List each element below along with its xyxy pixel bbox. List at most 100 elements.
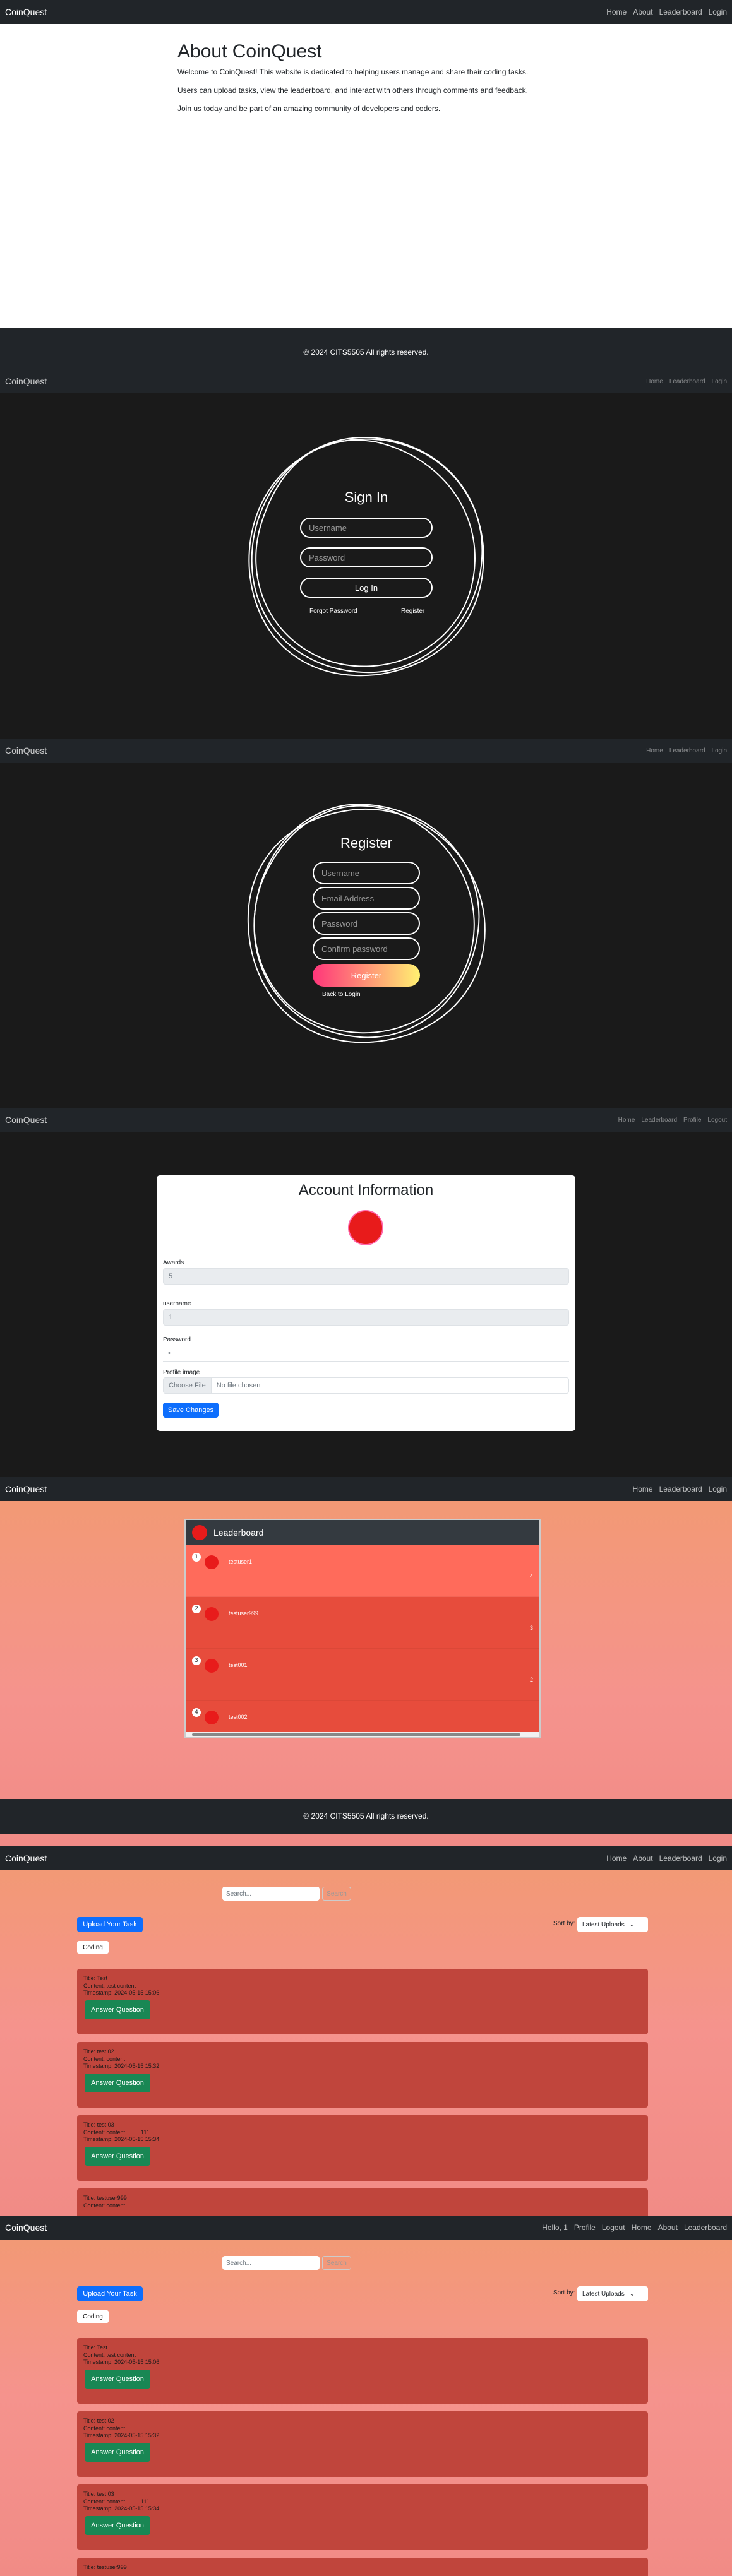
nav-home[interactable]: Home (632, 2223, 652, 2232)
nav-about[interactable]: About (633, 1854, 652, 1863)
search-button[interactable]: Search (322, 1887, 351, 1901)
username-input[interactable]: Username (300, 518, 433, 538)
password-field[interactable]: • (163, 1345, 569, 1362)
rank-badge: 3 (192, 1656, 201, 1665)
task-content: Content: content (83, 2425, 126, 2431)
leaderboard-section: CoinQuest Home Leaderboard Login Leaderb… (0, 1477, 732, 1846)
nav-home[interactable]: Home (633, 1485, 653, 1493)
nav-about[interactable]: About (633, 8, 652, 16)
nav-leaderboard[interactable]: Leaderboard (659, 8, 702, 16)
password-input[interactable]: Password (313, 912, 420, 935)
search-input[interactable]: Search... (222, 2256, 320, 2270)
nav-home[interactable]: Home (618, 1117, 635, 1124)
login-ring: Sign In Username Password Log In Forgot … (243, 432, 489, 679)
avatar (205, 1555, 219, 1569)
account-section: CoinQuest Home Leaderboard Profile Logou… (0, 1108, 732, 1477)
coin-icon (192, 1525, 207, 1540)
awards-field: 5 (163, 1268, 569, 1285)
nav-login[interactable]: Login (712, 378, 727, 385)
nav-leaderboard[interactable]: Leaderboard (659, 1854, 702, 1863)
avatar (205, 1607, 219, 1621)
leaderboard-row: 1 testuser1 4 (186, 1545, 539, 1597)
answer-question-button[interactable]: Answer Question (85, 2074, 150, 2092)
nav-profile[interactable]: Profile (683, 1117, 701, 1124)
scrollbar-thumb[interactable] (192, 1733, 520, 1736)
answer-question-button[interactable]: Answer Question (85, 2000, 150, 2019)
search-input[interactable]: Search... (222, 1887, 320, 1901)
username-label: username (163, 1300, 191, 1307)
answer-question-button[interactable]: Answer Question (85, 2443, 150, 2462)
task-title: Title: test 03 (83, 2491, 114, 2497)
brand-logo[interactable]: CoinQuest (5, 1484, 47, 1494)
navbar: CoinQuest Home Leaderboard Login (0, 369, 732, 393)
nav-leaderboard[interactable]: Leaderboard (669, 747, 705, 754)
brand-logo[interactable]: CoinQuest (5, 7, 47, 17)
answer-question-button[interactable]: Answer Question (85, 2370, 150, 2389)
back-to-login-link[interactable]: Back to Login (322, 991, 361, 998)
user-name: testuser1 (229, 1558, 253, 1565)
search-button[interactable]: Search (322, 2256, 351, 2270)
nav-leaderboard[interactable]: Leaderboard (641, 1117, 677, 1124)
login-section: CoinQuest Home Leaderboard Login Sign In… (0, 369, 732, 739)
nav-home[interactable]: Home (606, 8, 627, 16)
task-content: Content: content (83, 2056, 126, 2062)
register-section: CoinQuest Home Leaderboard Login Registe… (0, 739, 732, 1108)
task-card: Title: test 03 Content: content ........… (77, 2484, 648, 2550)
footer: © 2024 CITS5505 All rights reserved. (0, 328, 732, 369)
nav-home[interactable]: Home (606, 1854, 627, 1863)
upload-task-button[interactable]: Upload Your Task (77, 2286, 143, 2301)
nav-logout[interactable]: Logout (602, 2223, 625, 2232)
task-content: Content: test content (83, 2352, 136, 2358)
password-input[interactable]: Password (300, 547, 433, 567)
register-button[interactable]: Register (313, 964, 420, 987)
nav-about[interactable]: About (658, 2223, 678, 2232)
task-content: Content: content ........ 111 (83, 2498, 150, 2505)
register-link[interactable]: Register (401, 608, 424, 615)
file-input[interactable]: Choose File No file chosen (163, 1377, 569, 1394)
sort-select[interactable]: Latest Uploads ⌄ (577, 1917, 648, 1932)
nav-profile[interactable]: Profile (574, 2223, 596, 2232)
user-score: 2 (529, 1677, 533, 1683)
nav-login[interactable]: Login (709, 1485, 727, 1493)
about-section: CoinQuest Home About Leaderboard Login A… (0, 0, 732, 369)
brand-logo[interactable]: CoinQuest (5, 745, 47, 756)
nav-home[interactable]: Home (646, 378, 663, 385)
avatar (205, 1659, 219, 1673)
brand-logo[interactable]: CoinQuest (5, 1853, 47, 1863)
nav-leaderboard[interactable]: Leaderboard (684, 2223, 727, 2232)
brand-logo[interactable]: CoinQuest (5, 376, 47, 386)
tag-filter[interactable]: Coding (77, 2310, 109, 2323)
nav-leaderboard[interactable]: Leaderboard (669, 378, 705, 385)
horizontal-scrollbar[interactable] (186, 1732, 539, 1737)
tag-filter[interactable]: Coding (77, 1941, 109, 1954)
task-content: Content: test content (83, 1983, 136, 1989)
answer-question-button[interactable]: Answer Question (85, 2516, 150, 2535)
nav-leaderboard[interactable]: Leaderboard (659, 1485, 702, 1493)
navbar: CoinQuest Home About Leaderboard Login (0, 1846, 732, 1870)
confirm-password-input[interactable]: Confirm password (313, 937, 420, 960)
brand-logo[interactable]: CoinQuest (5, 2223, 47, 2233)
sort-select[interactable]: Latest Uploads ⌄ (577, 2286, 648, 2301)
user-score: 3 (529, 1625, 533, 1631)
save-changes-button[interactable]: Save Changes (163, 1403, 219, 1418)
nav-logout[interactable]: Logout (707, 1117, 727, 1124)
login-button[interactable]: Log In (300, 578, 433, 598)
upload-task-button[interactable]: Upload Your Task (77, 1917, 143, 1932)
nav-home[interactable]: Home (646, 747, 663, 754)
avatar (205, 1711, 219, 1724)
nav-login[interactable]: Login (709, 8, 727, 16)
brand-logo[interactable]: CoinQuest (5, 1115, 47, 1125)
email-input[interactable]: Email Address (313, 887, 420, 910)
username-input[interactable]: Username (313, 862, 420, 884)
nav-links: Home About Leaderboard Login (606, 1854, 727, 1863)
navbar: CoinQuest Home Leaderboard Login (0, 739, 732, 763)
account-title: Account Information (298, 1182, 434, 1199)
forgot-password-link[interactable]: Forgot Password (309, 608, 357, 615)
answer-question-button[interactable]: Answer Question (85, 2147, 150, 2166)
page-title: About CoinQuest (177, 41, 322, 62)
nav-login[interactable]: Login (712, 747, 727, 754)
sort-value: Latest Uploads (582, 1921, 625, 1928)
nav-login[interactable]: Login (709, 1854, 727, 1863)
choose-file-button[interactable]: Choose File (164, 1378, 212, 1393)
task-timestamp: Timestamp: 2024-05-15 15:06 (83, 2359, 160, 2365)
